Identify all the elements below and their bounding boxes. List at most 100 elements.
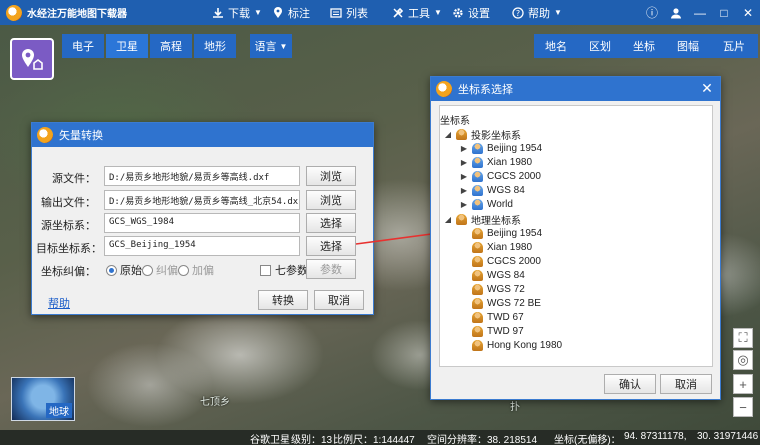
- tab-place-name[interactable]: 地名: [534, 34, 578, 58]
- crs-icon: [472, 325, 483, 337]
- tree-item-geographic[interactable]: TWD 67: [472, 310, 524, 324]
- status-scale: 比例尺：1:144447: [333, 435, 415, 445]
- radio-original[interactable]: 原始: [106, 262, 142, 278]
- radio-add-offset[interactable]: 加偏: [178, 262, 214, 278]
- crs-icon: [472, 156, 483, 168]
- tree-item-projected[interactable]: ▶ WGS 84: [460, 183, 525, 197]
- cancel-button[interactable]: 取消: [314, 290, 364, 310]
- menu-annotate-label: 标注: [288, 7, 310, 20]
- menu-settings[interactable]: 设置: [452, 0, 490, 25]
- crs-icon: [472, 170, 483, 182]
- menu-download-label: 下载: [228, 7, 250, 20]
- map-type-electronic[interactable]: 电子: [62, 34, 104, 58]
- target-crs-label: 目标坐标系：: [36, 243, 102, 255]
- crs-select-dialog: 坐标系选择 ✕ 坐标系 ◢ 投影坐标系 ▶ Beijing 1954 ▶ Xia…: [430, 76, 721, 400]
- tree-item-projected[interactable]: ▶ Beijing 1954: [460, 141, 542, 155]
- params-button[interactable]: 参数: [306, 259, 356, 279]
- tree-item-projected[interactable]: ▶ Xian 1980: [460, 155, 532, 169]
- list-icon: [330, 7, 342, 18]
- tree-item-projected[interactable]: ▶ World: [460, 197, 513, 211]
- tab-tile[interactable]: 瓦片: [710, 34, 758, 58]
- browse-output-button[interactable]: 浏览: [306, 190, 356, 210]
- globe-thumbnail[interactable]: 地球: [11, 377, 75, 421]
- seven-param-checkbox[interactable]: 七参数: [260, 262, 308, 278]
- zoom-out-button[interactable]: −: [733, 397, 753, 417]
- ok-button[interactable]: 确认: [604, 374, 656, 394]
- radio-add-offset-label: 加偏: [192, 265, 214, 277]
- tree-item-label: WGS 84: [487, 269, 525, 281]
- dialog-title-bar: 矢量转换: [32, 123, 373, 147]
- browse-source-button[interactable]: 浏览: [306, 166, 356, 186]
- chevron-right-icon: ▶: [460, 171, 468, 181]
- tools-icon: [393, 7, 404, 18]
- tree-item-label: Xian 1980: [487, 156, 533, 168]
- crs-icon: [472, 339, 483, 351]
- zoom-in-button[interactable]: +: [733, 374, 753, 394]
- location-app-icon[interactable]: [10, 38, 54, 80]
- menu-list[interactable]: 列表: [330, 0, 368, 25]
- app-logo-icon: [37, 127, 53, 143]
- offset-label: 坐标纠偏：: [41, 266, 96, 278]
- minimize-button[interactable]: —: [688, 0, 712, 25]
- tab-coordinate[interactable]: 坐标: [622, 34, 666, 58]
- tree-item-label: Hong Kong 1980: [487, 339, 563, 351]
- about-icon[interactable]: ⓘ: [640, 0, 664, 25]
- crs-icon: [472, 142, 483, 154]
- map-place-label: 扑: [510, 402, 520, 413]
- tree-item-geographic[interactable]: WGS 84: [472, 268, 525, 282]
- menu-help[interactable]: ? 帮助 ▼: [512, 0, 562, 25]
- menu-download[interactable]: 下载 ▼: [212, 0, 262, 25]
- help-link[interactable]: 帮助: [48, 295, 70, 311]
- tree-item-label: World: [487, 198, 513, 210]
- tree-node-projected[interactable]: ◢ 投影坐标系: [444, 127, 521, 142]
- crs-icon: [472, 198, 483, 210]
- radio-correct-label: 纠偏: [156, 265, 178, 277]
- tree-item-geographic[interactable]: WGS 72 BE: [472, 296, 541, 310]
- source-crs-field[interactable]: GCS_WGS_1984: [104, 213, 300, 233]
- cancel-button[interactable]: 取消: [660, 374, 712, 394]
- menu-tools[interactable]: 工具 ▼: [392, 0, 442, 25]
- source-file-field[interactable]: D:/易贡乡地形地貌/易贡乡等高线.dxf: [104, 166, 300, 186]
- tree-item-geographic[interactable]: Hong Kong 1980: [472, 338, 562, 352]
- tree-item-label: CGCS 2000: [487, 170, 541, 182]
- convert-button[interactable]: 转换: [258, 290, 308, 310]
- select-target-crs-button[interactable]: 选择: [306, 236, 356, 256]
- crs-tree[interactable]: 坐标系 ◢ 投影坐标系 ▶ Beijing 1954 ▶ Xian 1980 ▶…: [439, 105, 713, 367]
- dialog-title: 矢量转换: [59, 130, 103, 142]
- tab-sheet[interactable]: 图幅: [666, 34, 710, 58]
- fullscreen-icon[interactable]: ⛶: [733, 328, 753, 348]
- map-type-satellite[interactable]: 卫星: [106, 34, 148, 58]
- radio-dot: [106, 264, 117, 276]
- output-file-field[interactable]: D:/易贡乡地形地貌/易贡乡等高线_北京54.dxf: [104, 190, 300, 210]
- menu-annotate[interactable]: 标注: [272, 0, 310, 25]
- checkbox-box: [260, 264, 271, 276]
- language-dropdown[interactable]: 语言 ▼: [250, 34, 292, 58]
- svg-text:?: ?: [516, 9, 520, 18]
- tree-item-projected[interactable]: ▶ CGCS 2000: [460, 169, 541, 183]
- tree-node-geographic[interactable]: ◢ 地理坐标系: [444, 212, 521, 227]
- status-coord-label: 坐标(无偏移)：: [554, 435, 621, 445]
- tree-item-label: TWD 67: [487, 311, 524, 323]
- map-type-elevation[interactable]: 高程: [150, 34, 192, 58]
- crs-icon: [472, 269, 483, 281]
- radio-correct[interactable]: 纠偏: [142, 262, 178, 278]
- tree-item-geographic[interactable]: Beijing 1954: [472, 226, 542, 240]
- locate-icon[interactable]: ◎: [733, 350, 753, 370]
- tree-root-label: 坐标系: [440, 115, 470, 127]
- close-icon[interactable]: ✕: [699, 80, 715, 96]
- map-type-terrain[interactable]: 地形: [194, 34, 236, 58]
- tree-item-geographic[interactable]: WGS 72: [472, 282, 525, 296]
- maximize-button[interactable]: □: [712, 0, 736, 25]
- target-crs-field[interactable]: GCS_Beijing_1954: [104, 236, 300, 256]
- tree-item-geographic[interactable]: CGCS 2000: [472, 254, 541, 268]
- tab-region[interactable]: 区划: [578, 34, 622, 58]
- menu-settings-label: 设置: [468, 7, 490, 20]
- tree-item-geographic[interactable]: TWD 97: [472, 324, 524, 338]
- crs-icon: [472, 297, 483, 309]
- user-icon[interactable]: [664, 0, 688, 25]
- tree-node-label: 地理坐标系: [471, 215, 521, 227]
- close-button[interactable]: ✕: [736, 0, 760, 25]
- map-place-label: 七顶乡: [200, 397, 230, 408]
- tree-item-geographic[interactable]: Xian 1980: [472, 240, 532, 254]
- select-source-crs-button[interactable]: 选择: [306, 213, 356, 233]
